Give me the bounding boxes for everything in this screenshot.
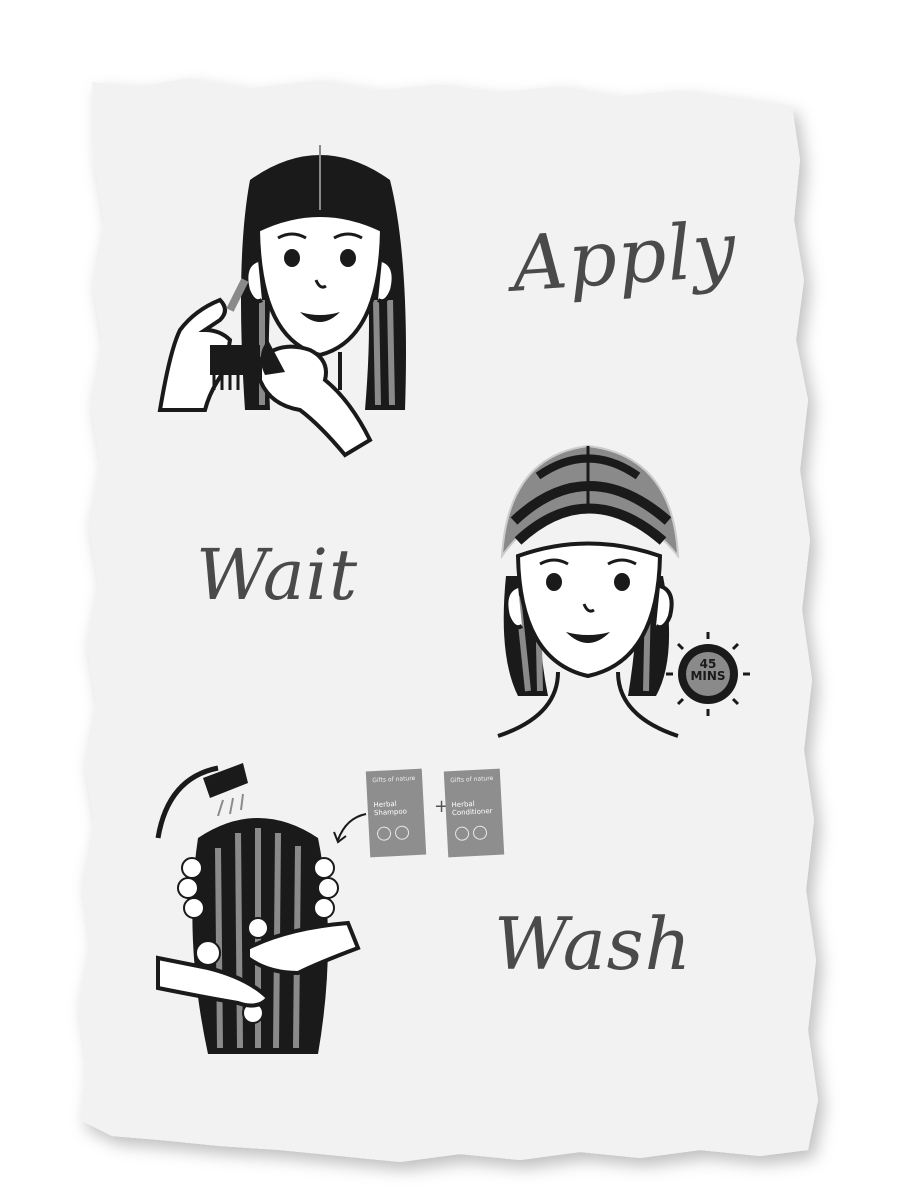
step-label-wait: Wait xyxy=(196,534,359,616)
sachet-brand: Gifts of nature xyxy=(372,774,416,785)
timer-45-mins: 45 MINS xyxy=(683,658,733,682)
arrow-icon xyxy=(333,813,367,844)
step-label-wash: Wash xyxy=(494,902,692,986)
sachet-brand: Gifts of nature xyxy=(450,774,494,785)
step-label-apply: Apply xyxy=(509,204,740,309)
wait-illustration xyxy=(497,444,750,738)
sachet-name: Herbal Conditioner xyxy=(451,799,493,818)
timer-unit: MINS xyxy=(690,669,726,683)
sachet-badge-icon xyxy=(394,825,410,841)
sachet-name: Herbal Shampoo xyxy=(373,799,408,818)
wash-illustration xyxy=(155,763,361,1054)
apply-illustration xyxy=(157,145,406,458)
shampoo-sachet: Gifts of nature Herbal Shampoo xyxy=(365,768,427,858)
sachet-badge-icon xyxy=(376,826,392,842)
sachet-badge-icon xyxy=(454,826,470,842)
sachet-badge-icon xyxy=(472,825,488,841)
conditioner-sachet: Gifts of nature Herbal Conditioner xyxy=(443,768,505,858)
